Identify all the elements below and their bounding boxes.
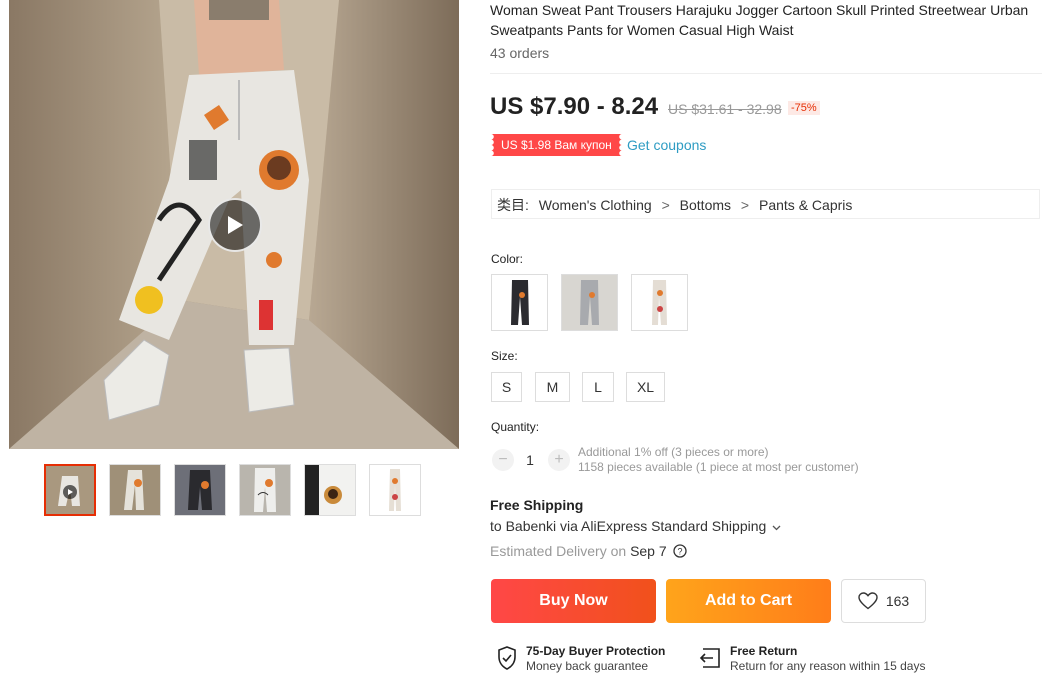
category-breadcrumb: 类目: Women's Clothing > Bottoms > Pants &… <box>491 189 1040 219</box>
estimated-delivery: Estimated Delivery on Sep 7 ? <box>490 543 687 559</box>
quantity-label: Quantity: <box>491 420 540 434</box>
breadcrumb-item[interactable]: Bottoms <box>680 197 731 213</box>
quantity-input[interactable]: 1 <box>522 452 538 468</box>
shield-check-icon <box>498 646 516 670</box>
thumbnail-image[interactable] <box>174 464 226 516</box>
quantity-available-info: 1158 pieces available (1 piece at most p… <box>578 460 859 474</box>
size-option-xl[interactable]: XL <box>626 372 665 402</box>
chevron-down-icon <box>772 525 781 531</box>
quantity-decrease-button[interactable]: − <box>492 449 514 471</box>
delivery-date: Sep 7 <box>630 543 667 559</box>
thumbnail-image[interactable] <box>304 464 356 516</box>
coupon-label: US $1.98 Вам купон <box>501 138 612 152</box>
breadcrumb-separator: > <box>740 197 750 213</box>
quantity-discount-info: Additional 1% off (3 pieces or more) <box>578 445 769 459</box>
wishlist-count: 163 <box>885 593 910 609</box>
current-price: US $7.90 - 8.24 <box>490 93 659 120</box>
return-icon <box>699 648 720 668</box>
product-title: Woman Sweat Pant Trousers Harajuku Jogge… <box>490 2 1029 38</box>
thumbnail-image[interactable] <box>369 464 421 516</box>
help-icon[interactable]: ? <box>672 544 687 558</box>
size-option-l[interactable]: L <box>582 372 614 402</box>
quantity-increase-button[interactable]: + <box>548 449 570 471</box>
shipping-method[interactable]: to Babenki via AliExpress Standard Shipp… <box>490 518 781 534</box>
free-return-subtitle: Return for any reason within 15 days <box>730 659 926 673</box>
thumbnail-image[interactable] <box>109 464 161 516</box>
discount-badge: -75% <box>788 101 820 115</box>
divider <box>490 73 1042 74</box>
free-return-title: Free Return <box>730 644 798 658</box>
add-to-cart-button[interactable]: Add to Cart <box>666 579 831 623</box>
color-option[interactable] <box>631 274 688 331</box>
play-icon <box>228 216 243 234</box>
breadcrumb-separator: > <box>661 197 670 213</box>
buy-now-button[interactable]: Buy Now <box>491 579 656 623</box>
orders-count: 43 orders <box>490 45 550 61</box>
coupon-badge[interactable]: US $1.98 Вам купон <box>491 134 622 156</box>
color-option[interactable] <box>561 274 618 331</box>
play-video-button[interactable] <box>208 198 262 252</box>
thumbnail-image[interactable] <box>239 464 291 516</box>
color-label: Color: <box>491 252 524 266</box>
breadcrumb-item[interactable]: Pants & Capris <box>759 197 852 213</box>
size-label: Size: <box>491 349 518 363</box>
buyer-protection-title: 75-Day Buyer Protection <box>526 644 666 658</box>
buyer-protection-subtitle: Money back guarantee <box>526 659 649 673</box>
delivery-prefix: Estimated Delivery on <box>490 543 627 559</box>
heart-icon <box>858 592 878 610</box>
thumbnail-video[interactable] <box>44 464 96 516</box>
category-label: 类目: <box>497 197 529 213</box>
shipping-title: Free Shipping <box>490 497 584 513</box>
get-coupons-link[interactable]: Get coupons <box>627 137 706 153</box>
svg-text:?: ? <box>677 547 682 557</box>
size-option-s[interactable]: S <box>491 372 522 402</box>
size-option-m[interactable]: M <box>535 372 570 402</box>
original-price: US $31.61 - 32.98 <box>668 101 782 117</box>
shipping-method-text: to Babenki via AliExpress Standard Shipp… <box>490 518 767 534</box>
wishlist-button[interactable]: 163 <box>841 579 926 623</box>
color-option[interactable] <box>491 274 548 331</box>
breadcrumb-item[interactable]: Women's Clothing <box>539 197 652 213</box>
